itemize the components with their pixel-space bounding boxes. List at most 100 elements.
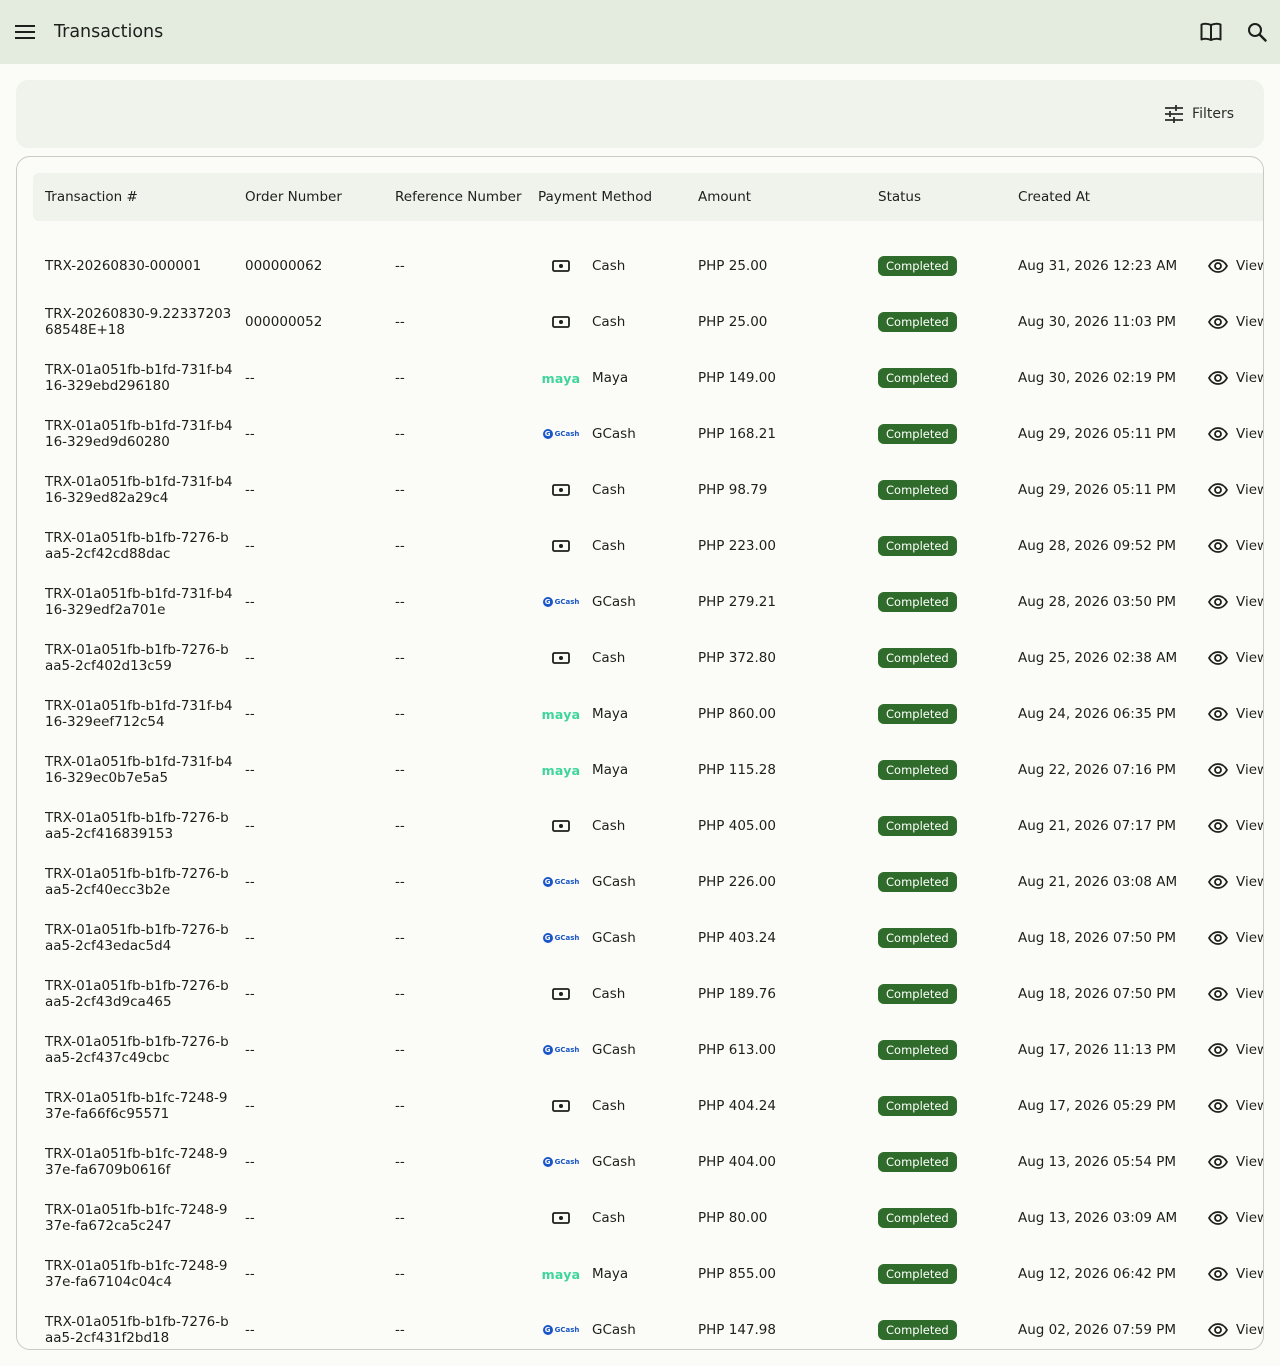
payment-method: G GCash GCash <box>538 406 636 462</box>
created-at: Aug 17, 2026 11:13 PM <box>1018 1042 1177 1058</box>
table-row: TRX-01a051fb-b1fb-7276-baa5-2cf416839153… <box>17 798 1263 854</box>
view-button[interactable]: View <box>1208 294 1263 350</box>
menu-button[interactable] <box>9 16 41 48</box>
amount: PHP 404.00 <box>698 1154 776 1170</box>
payment-method: Cash <box>538 1190 625 1246</box>
payment-method-label: GCash <box>592 426 636 442</box>
reference-number: -- <box>395 538 405 554</box>
reference-number: -- <box>395 986 405 1002</box>
amount: PHP 98.79 <box>698 482 768 498</box>
transaction-number: TRX-01a051fb-b1fc-7248-937e-fa6709b0616f <box>45 1146 228 1178</box>
gcash-logo: G GCash <box>542 1325 579 1335</box>
table-row: TRX-01a051fb-b1fb-7276-baa5-2cf40ecc3b2e… <box>17 854 1263 910</box>
view-button[interactable]: View <box>1208 686 1263 742</box>
reference-number: -- <box>395 650 405 666</box>
reference-number: -- <box>395 930 405 946</box>
transaction-number: TRX-20260830-000001 <box>45 258 202 274</box>
amount: PHP 223.00 <box>698 538 776 554</box>
view-label: View <box>1236 314 1263 330</box>
reference-number: -- <box>395 818 405 834</box>
payment-method-label: Maya <box>592 370 629 386</box>
table-row: TRX-01a051fb-b1fc-7248-937e-fa672ca5c247… <box>17 1190 1263 1246</box>
created-at: Aug 13, 2026 03:09 AM <box>1018 1210 1178 1226</box>
view-button[interactable]: View <box>1208 406 1263 462</box>
amount: PHP 860.00 <box>698 706 776 722</box>
cash-icon <box>538 1208 584 1228</box>
transaction-number: TRX-01a051fb-b1fd-731f-b416-329ed9d60280 <box>45 418 233 450</box>
gcash-logo: G GCash <box>542 933 579 943</box>
eye-icon <box>1208 763 1228 777</box>
gcash-logo: G GCash <box>542 597 580 607</box>
transaction-number: TRX-01a051fb-b1fc-7248-937e-fa67104c04c4 <box>45 1258 228 1290</box>
view-button[interactable]: View <box>1208 518 1263 574</box>
created-at: Aug 02, 2026 07:59 PM <box>1018 1322 1177 1338</box>
view-button[interactable]: View <box>1208 966 1263 1022</box>
gcash-logo-icon: G GCash <box>538 424 584 444</box>
view-button[interactable]: View <box>1208 910 1263 966</box>
view-button[interactable]: View <box>1208 350 1263 406</box>
view-button[interactable]: View <box>1208 1190 1263 1246</box>
filters-button[interactable]: Filters <box>1164 100 1234 128</box>
payment-method-label: Maya <box>592 1266 629 1282</box>
view-label: View <box>1236 258 1263 274</box>
view-button[interactable]: View <box>1208 1022 1263 1078</box>
status-badge: Completed <box>878 1264 957 1284</box>
order-number: -- <box>245 874 255 890</box>
column-header-reference-number[interactable]: Reference Number <box>395 173 522 221</box>
view-label: View <box>1236 482 1263 498</box>
payment-method: G GCash GCash <box>538 574 636 630</box>
payment-method: Cash <box>538 294 625 350</box>
view-button[interactable]: View <box>1208 574 1263 630</box>
view-button[interactable]: View <box>1208 1302 1263 1349</box>
order-number: -- <box>245 1210 255 1226</box>
payment-method-label: Cash <box>592 538 626 554</box>
view-label: View <box>1236 818 1263 834</box>
eye-icon <box>1208 875 1228 889</box>
maya-logo: maya <box>541 1266 581 1282</box>
view-button[interactable]: View <box>1208 630 1263 686</box>
gcash-logo-text: GCash <box>554 430 580 438</box>
eye-icon <box>1208 1043 1228 1057</box>
view-button[interactable]: View <box>1208 238 1263 294</box>
column-header-transaction[interactable]: Transaction # <box>45 173 138 221</box>
column-header-status[interactable]: Status <box>878 173 921 221</box>
amount: PHP 25.00 <box>698 314 768 330</box>
status-badge: Completed <box>878 312 957 332</box>
search-button[interactable] <box>1241 16 1273 48</box>
view-button[interactable]: View <box>1208 854 1263 910</box>
eye-icon <box>1208 539 1228 553</box>
status-badge: Completed <box>878 984 957 1004</box>
column-header-amount[interactable]: Amount <box>698 173 751 221</box>
status: Completed <box>878 518 957 574</box>
order-number: -- <box>245 986 255 1002</box>
amount: PHP 372.80 <box>698 650 776 666</box>
transactions-table: Transaction # Order Number Reference Num… <box>16 156 1264 1350</box>
gcash-logo-text: GCash <box>554 598 580 606</box>
column-header-order-number[interactable]: Order Number <box>245 173 342 221</box>
payment-method: maya Maya <box>538 350 629 406</box>
column-header-payment-method[interactable]: Payment Method <box>538 173 652 221</box>
view-button[interactable]: View <box>1208 742 1263 798</box>
view-label: View <box>1236 650 1263 666</box>
created-at: Aug 18, 2026 07:50 PM <box>1018 930 1177 946</box>
status: Completed <box>878 630 957 686</box>
reference-number: -- <box>395 762 405 778</box>
view-button[interactable]: View <box>1208 1246 1263 1302</box>
view-button[interactable]: View <box>1208 1134 1263 1190</box>
status: Completed <box>878 294 957 350</box>
created-at: Aug 24, 2026 06:35 PM <box>1018 706 1177 722</box>
created-at: Aug 21, 2026 07:17 PM <box>1018 818 1177 834</box>
docs-button[interactable] <box>1195 16 1227 48</box>
view-button[interactable]: View <box>1208 462 1263 518</box>
payment-method: Cash <box>538 238 625 294</box>
view-button[interactable]: View <box>1208 1078 1263 1134</box>
menu-icon <box>15 25 35 39</box>
column-header-created-at[interactable]: Created At <box>1018 173 1090 221</box>
transaction-number: TRX-01a051fb-b1fb-7276-baa5-2cf431f2bd18 <box>45 1314 229 1346</box>
amount: PHP 403.24 <box>698 930 776 946</box>
reference-number: -- <box>395 1042 405 1058</box>
reference-number: -- <box>395 1322 405 1338</box>
table-row: TRX-01a051fb-b1fb-7276-baa5-2cf42cd88dac… <box>17 518 1263 574</box>
view-button[interactable]: View <box>1208 798 1263 854</box>
amount: PHP 279.21 <box>698 594 776 610</box>
